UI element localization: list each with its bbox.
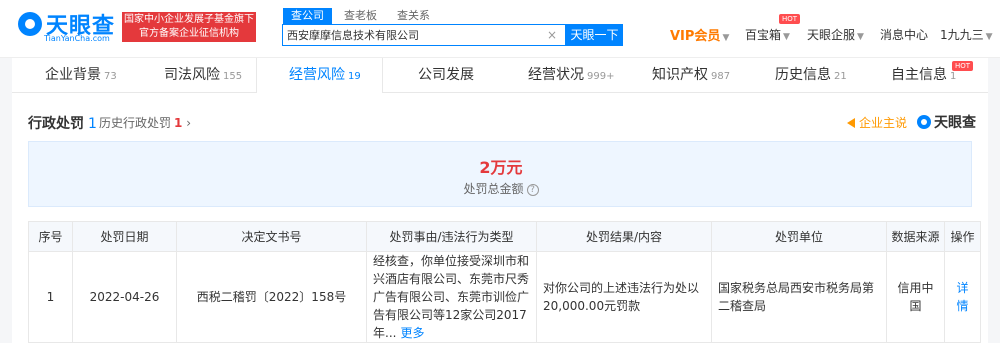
chevron-down-icon: ▼	[783, 32, 790, 42]
search-box: ×	[282, 24, 566, 46]
tab-label: 公司发展	[418, 67, 474, 83]
brand-area: 企业主说 天眼查	[846, 112, 976, 132]
logo-eye-icon	[18, 12, 42, 36]
brand-logo: 天眼查	[917, 112, 976, 132]
section-count: 1	[88, 116, 97, 132]
col-header-doc-no: 决定文书号	[176, 221, 367, 252]
cell-unit: 国家税务总局西安市税务局第二稽查局	[711, 251, 887, 343]
tab-label: 司法风险	[164, 67, 220, 83]
chevron-right-icon: ›	[186, 116, 192, 130]
col-header-reason: 处罚事由/违法行为类型	[366, 221, 537, 252]
tab-label: 知识产权	[652, 67, 708, 83]
tab-count: 1	[950, 71, 957, 82]
cell-action: 详情	[944, 251, 981, 343]
total-amount-label-text: 处罚总金额	[463, 182, 524, 196]
tab-label: 自主信息	[891, 67, 947, 83]
tab-count: 19	[348, 71, 361, 82]
site-logo[interactable]: 天眼查 TianYanCha.com	[18, 8, 116, 48]
baibao-label: 百宝箱	[745, 28, 782, 42]
gov-badge-line1: 国家中小企业发展子基金旗下	[124, 14, 254, 25]
col-header-source: 数据来源	[886, 221, 945, 252]
qiban-link[interactable]: 天眼企服 ▼	[807, 26, 864, 43]
tab-company-development[interactable]: 公司发展	[418, 58, 474, 93]
search-tab-relation[interactable]: 查关系	[389, 8, 438, 24]
search-input[interactable]	[283, 25, 543, 45]
total-amount-label: 处罚总金额?	[29, 180, 973, 197]
tab-judicial-risk[interactable]: 司法风险 155	[164, 58, 242, 93]
table-row: 1 2022-04-26 西税二稽罚〔2022〕158号 经核查，你单位接受深圳…	[28, 251, 981, 343]
history-penalty-link[interactable]: 历史行政处罚 1 ›	[99, 114, 191, 131]
more-link[interactable]: 更多	[400, 326, 424, 340]
search-button[interactable]: 天眼一下	[566, 24, 623, 46]
section-title-text: 行政处罚	[28, 116, 84, 132]
logo-eye-icon	[917, 115, 931, 129]
tab-label: 经营状况	[528, 67, 584, 83]
search-tab-boss[interactable]: 查老板	[336, 8, 385, 24]
horn-icon	[846, 118, 855, 128]
baibao-link[interactable]: 百宝箱 ▼	[745, 26, 790, 43]
cell-reason: 经核查，你单位接受深圳市和兴酒店有限公司、东莞市尺秀广告有限公司、东莞市训俭广告…	[366, 251, 537, 343]
history-count: 1	[174, 116, 183, 130]
tab-self-info[interactable]: 自主信息 1	[891, 58, 956, 93]
tab-label: 企业背景	[45, 67, 101, 83]
tab-count: 987	[711, 71, 731, 82]
tab-label: 历史信息	[775, 67, 831, 83]
col-header-action: 操作	[944, 221, 981, 252]
qiban-label: 天眼企服	[807, 28, 856, 42]
chevron-down-icon: ▼	[722, 33, 730, 43]
hot-badge: HOT	[952, 61, 974, 71]
cell-index: 1	[28, 251, 73, 343]
user-name: 1九九三	[940, 28, 984, 42]
total-amount: 2万元	[479, 158, 523, 177]
detail-link[interactable]: 详情	[956, 281, 968, 313]
col-header-result: 处罚结果/内容	[536, 221, 712, 252]
col-header-index: 序号	[28, 221, 73, 252]
tab-count: 999+	[587, 71, 615, 82]
gov-badge: 国家中小企业发展子基金旗下 官方备案企业征信机构	[122, 12, 256, 42]
tab-count: 155	[223, 71, 243, 82]
user-menu[interactable]: 1九九三 ▼	[940, 26, 993, 43]
cell-date: 2022-04-26	[72, 251, 177, 343]
gov-badge-line2: 官方备案企业征信机构	[139, 28, 239, 39]
reason-text: 经核查，你单位接受深圳市和兴酒店有限公司、东莞市尺秀广告有限公司、东莞市训俭广告…	[373, 254, 530, 340]
table-header-row: 序号 处罚日期 决定文书号 处罚事由/违法行为类型 处罚结果/内容 处罚单位 数…	[28, 221, 981, 252]
history-label: 历史行政处罚	[99, 116, 172, 130]
vip-link[interactable]: VIP会员 ▼	[670, 25, 729, 44]
cell-doc-no: 西税二稽罚〔2022〕158号	[176, 251, 367, 343]
hot-badge: HOT	[779, 14, 801, 24]
brand-link-text: 企业主说	[858, 115, 907, 130]
help-icon[interactable]: ?	[526, 183, 539, 196]
tab-operating-risk[interactable]: 经营风险 19	[289, 58, 361, 93]
tab-intellectual-property[interactable]: 知识产权 987	[652, 58, 730, 93]
logo-domain: TianYanCha.com	[44, 34, 110, 43]
col-header-date: 处罚日期	[72, 221, 177, 252]
clear-icon[interactable]: ×	[547, 28, 557, 42]
tab-business-background[interactable]: 企业背景 73	[45, 58, 117, 93]
brand-link[interactable]: 企业主说	[846, 114, 907, 131]
tab-operating-status[interactable]: 经营状况 999+	[528, 58, 614, 93]
category-tabs: 企业背景 73 司法风险 155 经营风险 19 公司发展 经营状况 999+ 知识产权…	[12, 58, 988, 93]
chevron-down-icon: ▼	[985, 32, 993, 42]
top-header: 天眼查 TianYanCha.com 国家中小企业发展子基金旗下 官方备案企业征…	[0, 0, 1000, 58]
search-tabs: 查公司 查老板 查关系	[283, 8, 438, 24]
chevron-down-icon: ▼	[857, 32, 864, 42]
col-header-unit: 处罚单位	[711, 221, 887, 252]
tab-count: 73	[104, 71, 117, 82]
cell-source: 信用中国	[886, 251, 945, 343]
tab-count: 21	[834, 71, 847, 82]
vip-label: VIP会员	[670, 29, 721, 44]
penalty-summary: 2万元 处罚总金额?	[28, 141, 972, 207]
search-tab-company[interactable]: 查公司	[283, 8, 332, 24]
cell-result: 对你公司的上述违法行为处以20,000.00元罚款	[536, 251, 712, 343]
section-title: 行政处罚 1	[28, 113, 97, 133]
penalty-table: 序号 处罚日期 决定文书号 处罚事由/违法行为类型 处罚结果/内容 处罚单位 数…	[28, 221, 981, 343]
brand-logo-text: 天眼查	[934, 115, 976, 131]
tab-label: 经营风险	[289, 67, 345, 83]
tab-history-info[interactable]: 历史信息 21	[775, 58, 847, 93]
message-center-link[interactable]: 消息中心	[880, 26, 928, 43]
